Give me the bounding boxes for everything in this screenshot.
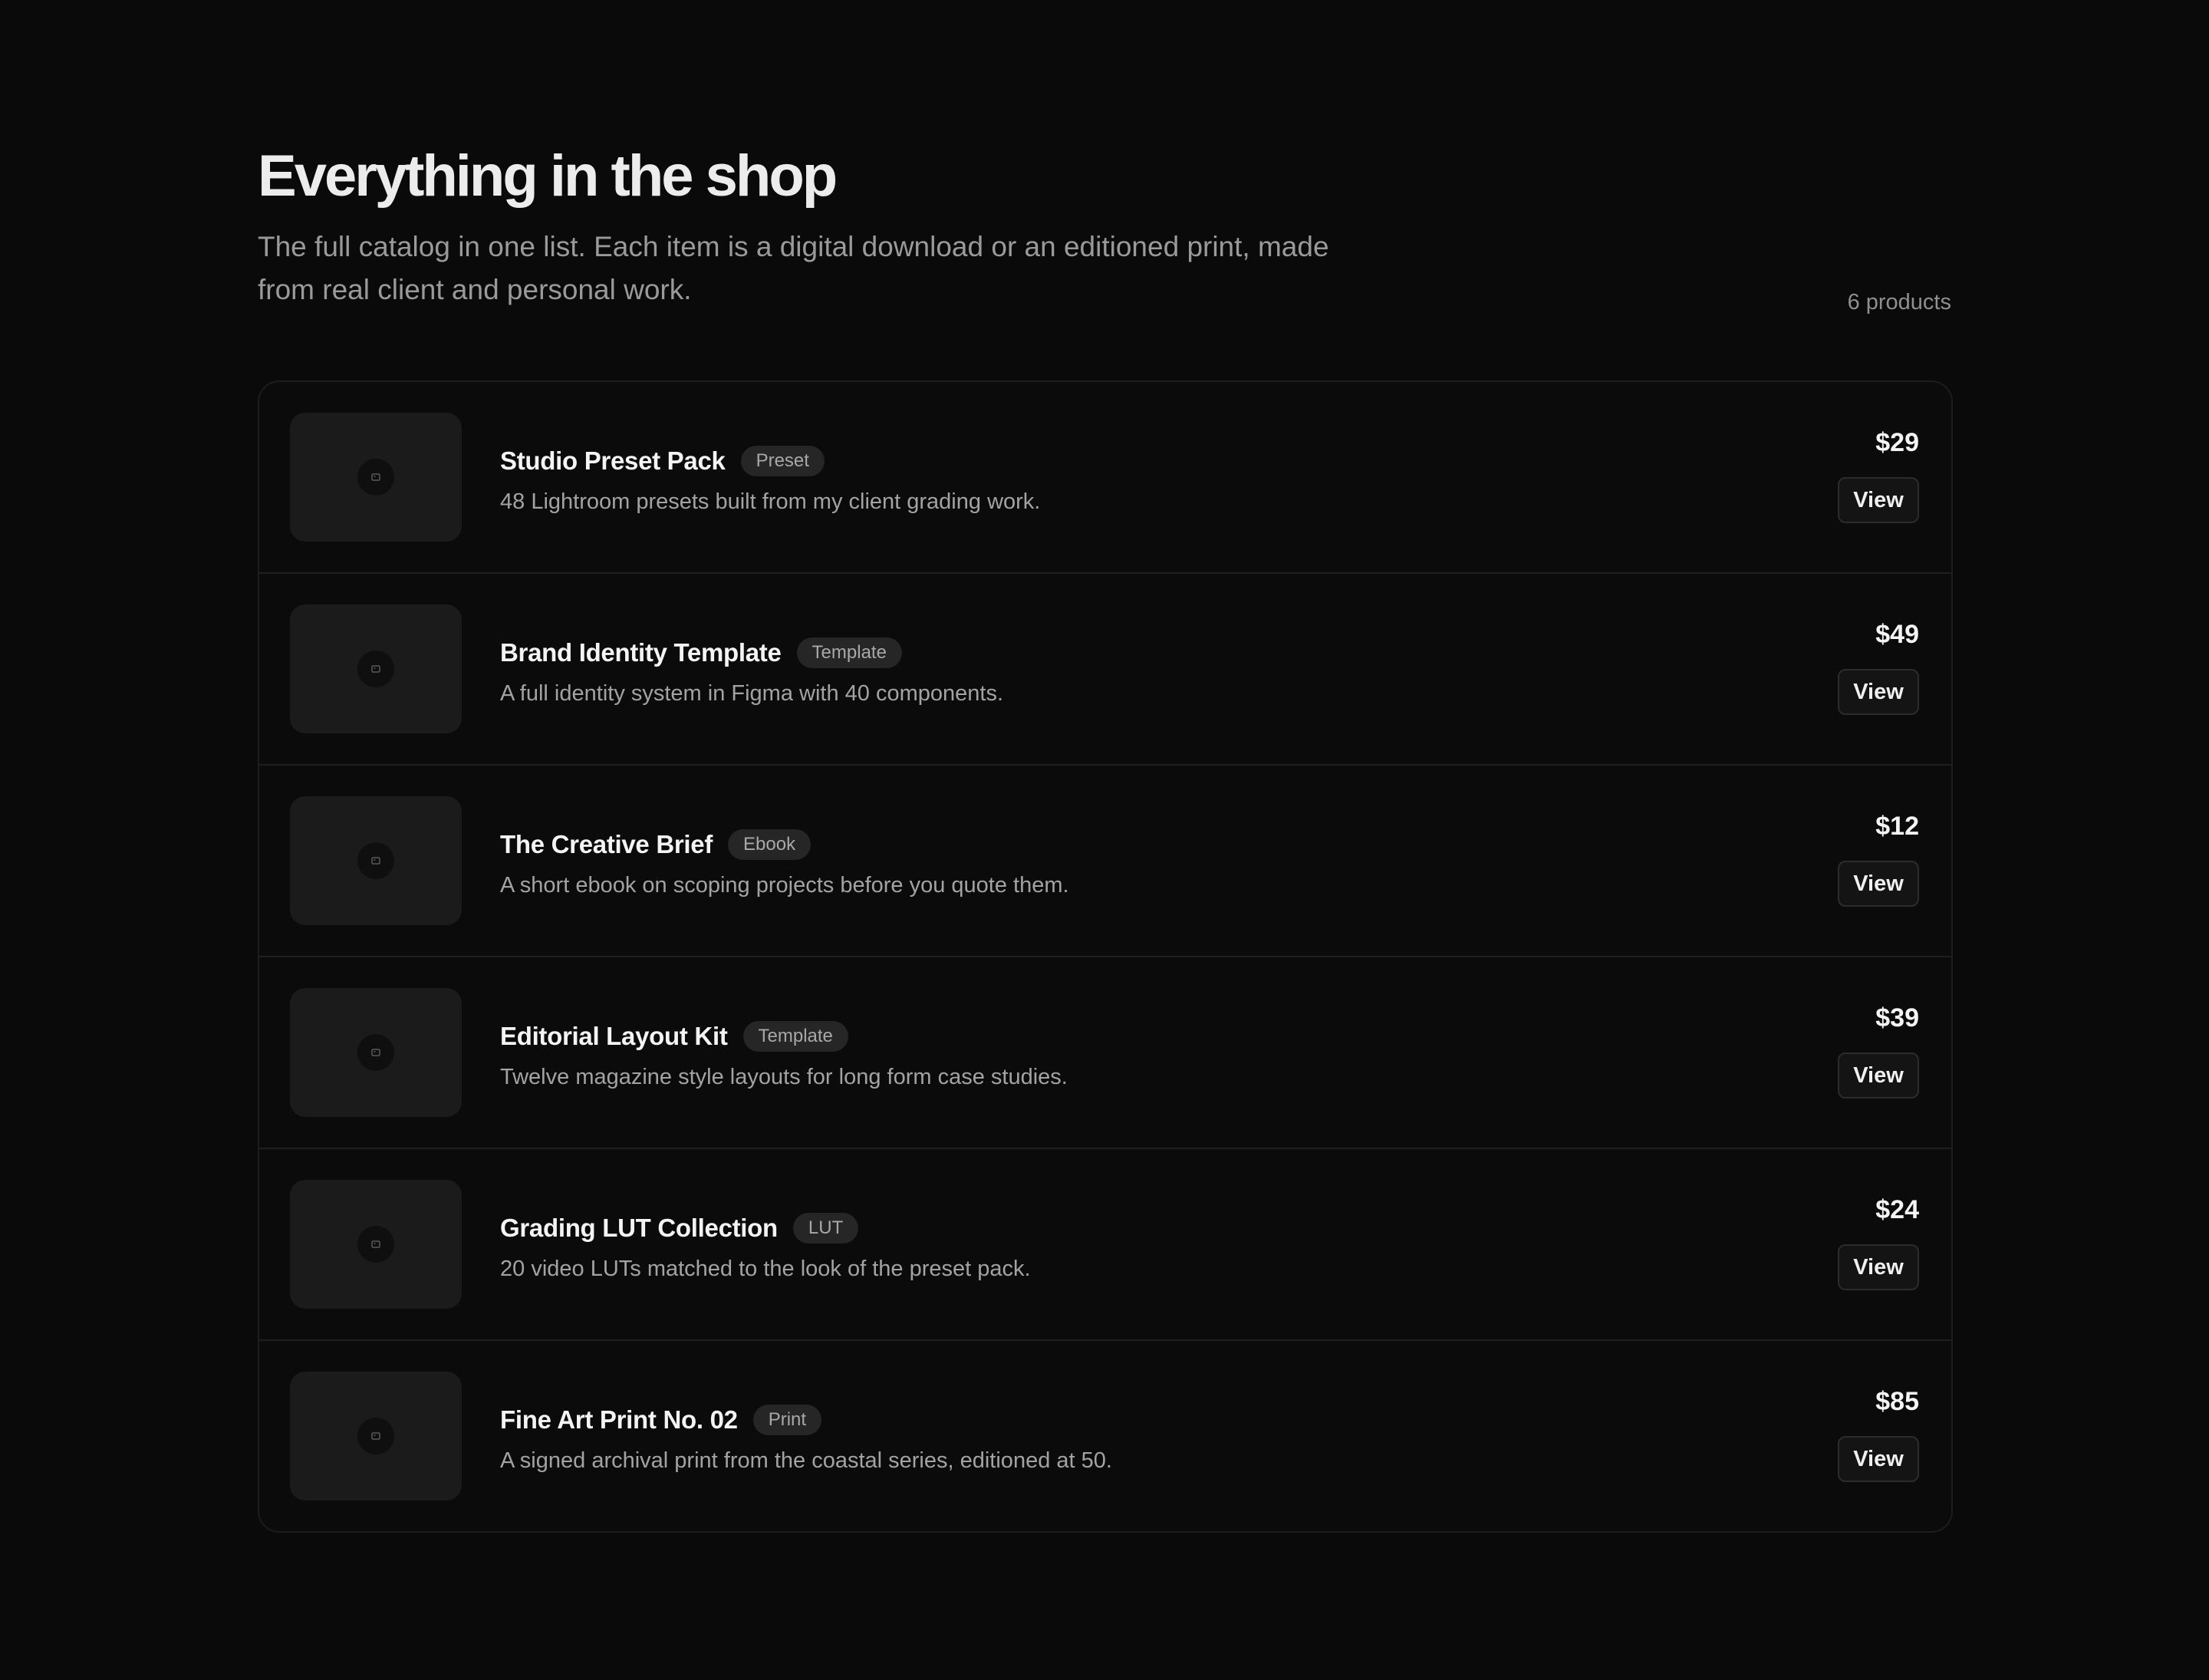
product-row: The Creative Brief Ebook A short ebook o… (259, 766, 1951, 957)
shop-page: Everything in the shop The full catalog … (0, 0, 2209, 1680)
image-icon (357, 651, 394, 687)
image-icon (357, 1034, 394, 1071)
product-tag: Template (796, 637, 902, 668)
product-title-line: Studio Preset Pack Preset (500, 442, 1040, 480)
product-name[interactable]: Studio Preset Pack (500, 446, 726, 476)
product-title-line: The Creative Brief Ebook (500, 825, 1069, 864)
product-thumbnail[interactable] (290, 604, 462, 733)
product-description: A full identity system in Figma with 40 … (500, 681, 1004, 706)
product-tag: LUT (792, 1213, 859, 1244)
product-list: Studio Preset Pack Preset 48 Lightroom p… (258, 380, 1953, 1533)
product-name[interactable]: Fine Art Print No. 02 (500, 1405, 738, 1435)
product-info: The Creative Brief Ebook A short ebook o… (500, 825, 1069, 898)
product-info: Grading LUT Collection LUT 20 video LUTs… (500, 1209, 1031, 1282)
product-thumbnail[interactable] (290, 1180, 462, 1309)
image-icon (357, 1418, 394, 1454)
product-title-line: Brand Identity Template Template (500, 634, 1003, 672)
image-icon (357, 842, 394, 879)
product-price: $49 (1875, 620, 1919, 649)
product-name[interactable]: Grading LUT Collection (500, 1214, 778, 1243)
product-info: Studio Preset Pack Preset 48 Lightroom p… (500, 442, 1040, 515)
product-info: Brand Identity Template Template A full … (500, 634, 1003, 707)
product-description: A signed archival print from the coastal… (500, 1448, 1112, 1473)
view-button[interactable]: View (1838, 1244, 1919, 1290)
product-thumbnail[interactable] (290, 796, 462, 925)
product-count: 6 products (1847, 290, 1951, 315)
image-icon (357, 1226, 394, 1263)
product-name[interactable]: Editorial Layout Kit (500, 1022, 728, 1051)
product-title-line: Grading LUT Collection LUT (500, 1209, 1031, 1247)
product-row: Grading LUT Collection LUT 20 video LUTs… (259, 1149, 1951, 1341)
product-thumbnail[interactable] (290, 1372, 462, 1500)
product-description: 20 video LUTs matched to the look of the… (500, 1257, 1031, 1281)
product-tag: Preset (740, 446, 825, 476)
product-info: Fine Art Print No. 02 Print A signed arc… (500, 1401, 1112, 1474)
view-button[interactable]: View (1838, 1436, 1919, 1482)
product-name[interactable]: The Creative Brief (500, 830, 713, 859)
product-title-line: Fine Art Print No. 02 Print (500, 1401, 1112, 1439)
product-price: $29 (1875, 428, 1919, 457)
product-tag: Print (752, 1405, 822, 1435)
product-price: $39 (1875, 1003, 1919, 1033)
view-button[interactable]: View (1838, 861, 1919, 907)
product-row: Editorial Layout Kit Template Twelve mag… (259, 957, 1951, 1149)
page-subtitle: The full catalog in one list. Each item … (258, 231, 1329, 305)
product-description: Twelve magazine style layouts for long f… (500, 1065, 1068, 1089)
product-description: 48 Lightroom presets built from my clien… (500, 489, 1041, 514)
product-tag: Ebook (728, 829, 812, 860)
product-price: $85 (1875, 1387, 1919, 1416)
view-button[interactable]: View (1838, 669, 1919, 715)
product-title-line: Editorial Layout Kit Template (500, 1017, 1068, 1056)
product-description: A short ebook on scoping projects before… (500, 873, 1069, 898)
product-row: Brand Identity Template Template A full … (259, 574, 1951, 766)
view-button[interactable]: View (1838, 477, 1919, 523)
product-name[interactable]: Brand Identity Template (500, 638, 782, 667)
product-row: Studio Preset Pack Preset 48 Lightroom p… (259, 382, 1951, 574)
product-price: $12 (1875, 812, 1919, 841)
view-button[interactable]: View (1838, 1052, 1919, 1099)
page-title: Everything in the shop (258, 143, 838, 209)
product-thumbnail[interactable] (290, 413, 462, 542)
product-row: Fine Art Print No. 02 Print A signed arc… (259, 1341, 1951, 1531)
product-price: $24 (1875, 1195, 1919, 1224)
product-thumbnail[interactable] (290, 988, 462, 1117)
image-icon (357, 459, 394, 496)
product-info: Editorial Layout Kit Template Twelve mag… (500, 1017, 1068, 1090)
page-header: Everything in the shop The full catalog … (258, 138, 1951, 315)
product-tag: Template (742, 1021, 848, 1052)
